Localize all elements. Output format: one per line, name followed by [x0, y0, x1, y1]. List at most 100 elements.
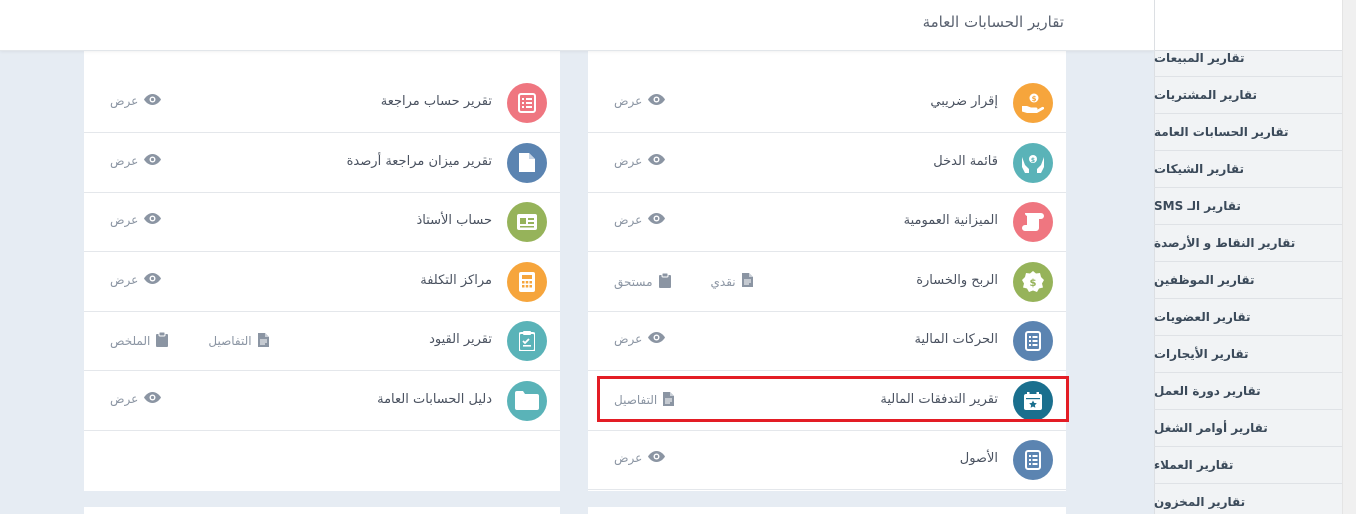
report-row: الأصول عرض [588, 430, 1066, 490]
report-title[interactable]: الأصول [960, 451, 998, 466]
svg-text:$: $ [1032, 95, 1037, 103]
report-row: حساب الأستاذ عرض [84, 192, 560, 252]
sidebar-item[interactable]: تقارير المبيعات [1154, 40, 1342, 77]
report-row: تقرير حساب مراجعة عرض [84, 73, 560, 133]
action-label: عرض [110, 272, 139, 287]
action-view-button[interactable]: عرض [614, 213, 666, 227]
action-view-button[interactable]: عرض [110, 94, 162, 108]
action-details-button[interactable]: التفاصيل [614, 391, 675, 409]
report-clipboard-check-icon [507, 321, 547, 361]
action-label: التفاصيل [208, 334, 252, 348]
action-view-button[interactable]: عرض [110, 213, 162, 227]
report-title[interactable]: تقرير القيود [429, 332, 492, 347]
report-calculator-icon [507, 261, 547, 302]
report-document-icon [507, 142, 547, 183]
action-details-button[interactable]: التفاصيل [208, 332, 269, 350]
report-title[interactable]: تقرير حساب مراجعة [381, 94, 492, 109]
report-list-icon [1013, 321, 1053, 361]
sidebar-item[interactable]: تقارير دورة العمل [1154, 373, 1342, 410]
report-dollar-badge-icon: $ [1013, 261, 1053, 302]
action-label: عرض [110, 153, 139, 168]
action-label: الملخص [110, 334, 151, 348]
report-row: $ الربح والخسارة مستحق نقدي [588, 252, 1066, 312]
report-title[interactable]: إقرار ضريبي [930, 94, 998, 109]
report-title[interactable]: الميزانية العمومية [904, 213, 998, 228]
report-actions: عرض [614, 451, 666, 465]
action-summary-button[interactable]: الملخص [110, 331, 169, 350]
eye-icon [648, 213, 666, 227]
report-actions: التفاصيل [614, 391, 675, 409]
clipboard-icon [156, 331, 169, 350]
sidebar-list: تقارير المبيعات تقارير المشتريات تقارير ال… [1154, 40, 1342, 514]
sidebar-item[interactable]: تقارير أوامر الشغل [1154, 410, 1342, 447]
eye-icon [648, 153, 666, 168]
report-actions: عرض [110, 213, 162, 227]
action-label: عرض [110, 213, 139, 227]
report-title[interactable]: الربح والخسارة [916, 273, 998, 288]
sidebar-item[interactable]: تقارير العضويات [1154, 299, 1342, 336]
report-row: مراكز التكلفة عرض [84, 252, 560, 312]
sidebar-item[interactable]: تقارير العملاء [1154, 447, 1342, 484]
sidebar-item[interactable]: تقارير الموظفين [1154, 262, 1342, 299]
action-label: نقدي [710, 274, 736, 289]
action-view-button[interactable]: عرض [110, 272, 162, 287]
action-view-button[interactable]: عرض [614, 153, 666, 168]
clipboard-icon [658, 272, 671, 291]
report-scroll-icon [1013, 202, 1053, 242]
action-label: عرض [614, 213, 643, 227]
sidebar-scrollbar[interactable] [1342, 0, 1356, 514]
action-label: التفاصيل [614, 393, 658, 407]
report-row: الميزانية العمومية عرض [588, 192, 1066, 252]
file-icon [257, 332, 269, 350]
page-title: تقارير الحسابات العامة [922, 13, 1064, 31]
sidebar-item[interactable]: تقارير المشتريات [1154, 77, 1342, 114]
report-row: $ إقرار ضريبي عرض [588, 73, 1066, 133]
report-title[interactable]: دليل الحسابات العامة [377, 392, 492, 407]
eye-icon [144, 153, 162, 168]
report-actions: عرض [614, 153, 666, 168]
report-actions: عرض [110, 272, 162, 287]
report-row: دليل الحسابات العامة عرض [84, 371, 560, 431]
svg-text:$: $ [1031, 157, 1035, 164]
action-cash-button[interactable]: نقدي [711, 273, 753, 290]
eye-icon [648, 332, 666, 346]
file-icon [663, 391, 675, 409]
sidebar-item[interactable]: تقارير الحسابات العامة [1154, 114, 1342, 151]
action-accrual-button[interactable]: مستحق [614, 272, 671, 291]
action-label: عرض [614, 94, 643, 108]
sidebar-item[interactable]: تقارير الـ SMS [1154, 188, 1342, 225]
eye-icon [144, 391, 162, 406]
report-title[interactable]: حساب الأستاذ [416, 213, 492, 228]
action-view-button[interactable]: عرض [614, 332, 666, 346]
eye-icon [144, 94, 162, 108]
sidebar: تقارير المبيعات تقارير المشتريات تقارير ال… [1154, 0, 1356, 514]
report-title[interactable]: تقرير ميزان مراجعة أرصدة [347, 154, 492, 169]
sidebar-item[interactable]: تقارير المخزون [1154, 484, 1342, 514]
report-actions: الملخص التفاصيل [110, 331, 269, 350]
action-view-button[interactable]: عرض [614, 451, 666, 465]
report-actions: عرض [110, 391, 162, 406]
report-title[interactable]: قائمة الدخل [933, 154, 998, 169]
action-label: مستحق [614, 274, 653, 289]
action-view-button[interactable]: عرض [614, 94, 666, 108]
svg-text:$: $ [1030, 278, 1037, 289]
report-row: الحركات المالية عرض [588, 311, 1066, 371]
action-view-button[interactable]: عرض [110, 391, 162, 406]
top-header-bar: تقارير الحسابات العامة [0, 0, 1154, 51]
reports-card-right: $ إقرار ضريبي عرض $ قائمة الدخل عرض الميزانية … [588, 0, 1066, 491]
report-title[interactable]: مراكز التكلفة [420, 273, 492, 288]
sidebar-item[interactable]: تقارير النقاط و الأرصدة [1154, 225, 1342, 262]
sidebar-item[interactable]: تقارير الشيكات [1154, 151, 1342, 188]
file-icon [741, 273, 753, 290]
sidebar-item[interactable]: تقارير الأيجارات [1154, 336, 1342, 373]
report-row: تقرير القيود الملخص التفاصيل [84, 311, 560, 371]
report-actions: عرض [110, 153, 162, 168]
report-checklist-icon [507, 83, 547, 123]
report-title[interactable]: الحركات المالية [914, 332, 998, 347]
action-label: عرض [110, 94, 139, 108]
report-row: تقرير التدفقات المالية التفاصيل [588, 371, 1066, 431]
next-card-edge [84, 507, 560, 514]
report-title[interactable]: تقرير التدفقات المالية [880, 392, 998, 407]
action-view-button[interactable]: عرض [110, 153, 162, 168]
report-row: تقرير ميزان مراجعة أرصدة عرض [84, 133, 560, 193]
